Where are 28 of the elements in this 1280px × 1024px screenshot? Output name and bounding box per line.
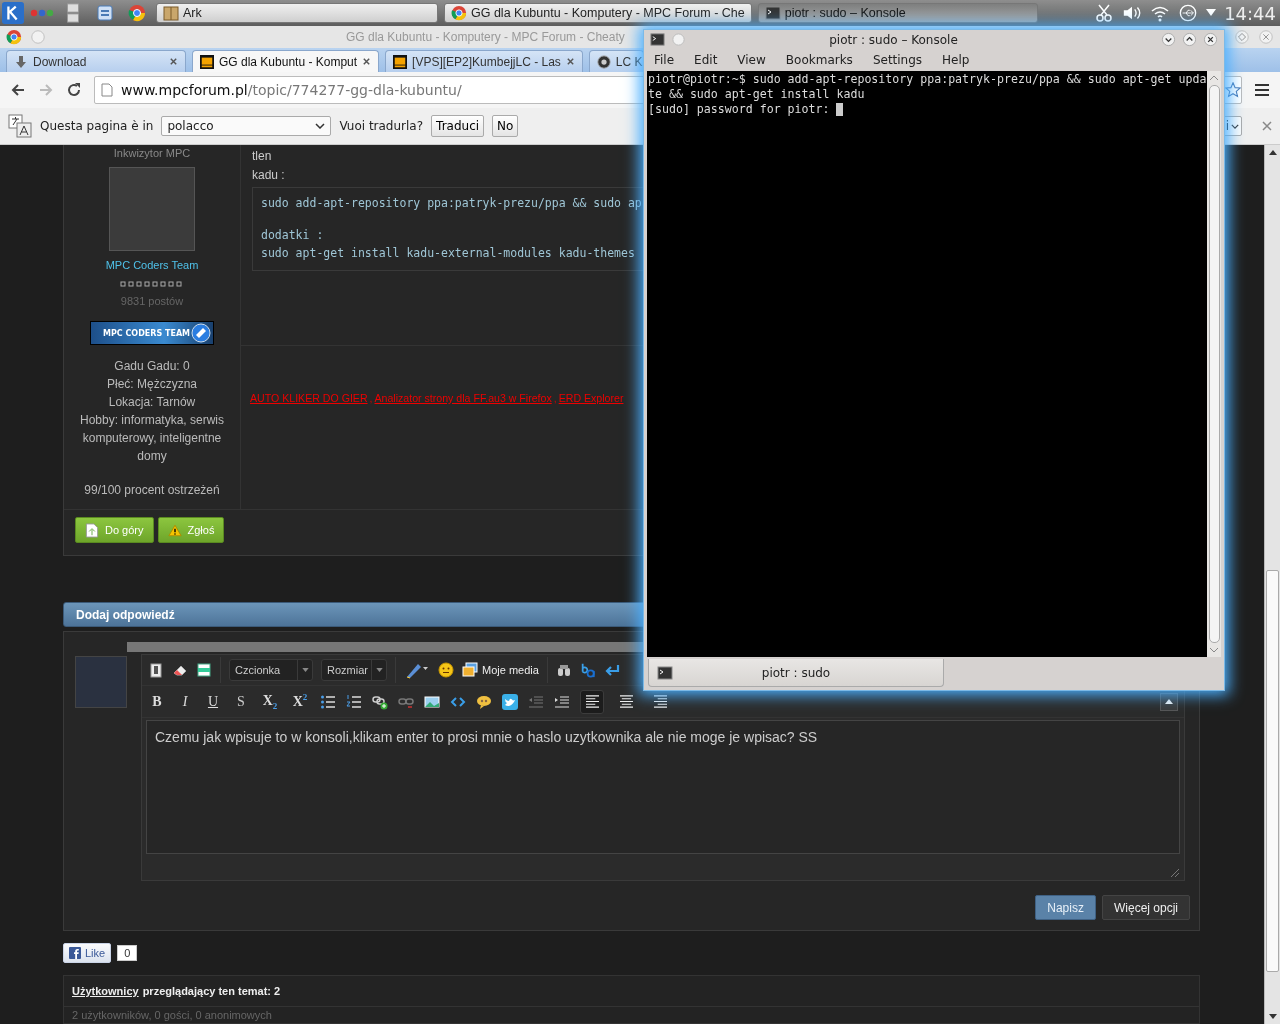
member-rank: Inkwizytor MPC xyxy=(113,147,191,159)
viewers-title: przeglądający ten temat: 2 xyxy=(142,985,281,997)
member-group: MPC Coders Team xyxy=(105,259,199,271)
clock: 14:44 xyxy=(1224,2,1276,24)
group-banner: MPC CODERS TEAM xyxy=(90,321,214,345)
reply-title: Dodaj odpowiedź xyxy=(76,607,175,622)
profile-field: Płeć: Mężczyzna xyxy=(105,375,199,393)
terminal-line: [sudo] password for piotr: xyxy=(648,102,831,117)
like-count: 0 xyxy=(117,945,138,961)
terminal-line: piotr@piotr:~$ sudo add-apt-repository ppa:patryk-prezu/ppa && sudo apt-get upda xyxy=(648,72,1207,87)
separator-text: , xyxy=(369,392,373,404)
warning-level: 99/100 procent ostrzeżeń xyxy=(84,483,220,497)
separator-text: , xyxy=(553,392,557,404)
profile-field: Hobby: informatyka, serwis komputerowy, inteligentne domy xyxy=(68,411,236,465)
viewers-summary: 2 użytkowników, 0 gości, 0 anonimowych xyxy=(71,1008,273,1023)
post-count: 9831 postów xyxy=(120,295,184,307)
translate-question: Vuoi tradurla? xyxy=(339,119,424,133)
translate-prompt: Questa pagina è in xyxy=(40,119,154,133)
code-line: sudo add-apt-repository ppa:patryk-prezu/ppa && sudo ap xyxy=(261,196,643,210)
terminal-line: te && sudo apt-get install kadu xyxy=(648,87,865,102)
post-text: tlen xyxy=(252,148,273,165)
post-text: kadu : xyxy=(252,167,286,184)
profile-field: Lokacja: Tarnów xyxy=(106,393,198,411)
code-line: sudo apt-get install kadu-external-modules kadu-themes xyxy=(261,246,636,260)
window-title: piotr : sudo – Konsole xyxy=(828,32,959,47)
profile-field: Gadu Gadu: 0 xyxy=(112,357,192,375)
window-title: GG dla Kubuntu - Komputery - MPC Forum - Cheaty xyxy=(346,30,625,44)
code-line: dodatki : xyxy=(261,228,325,242)
